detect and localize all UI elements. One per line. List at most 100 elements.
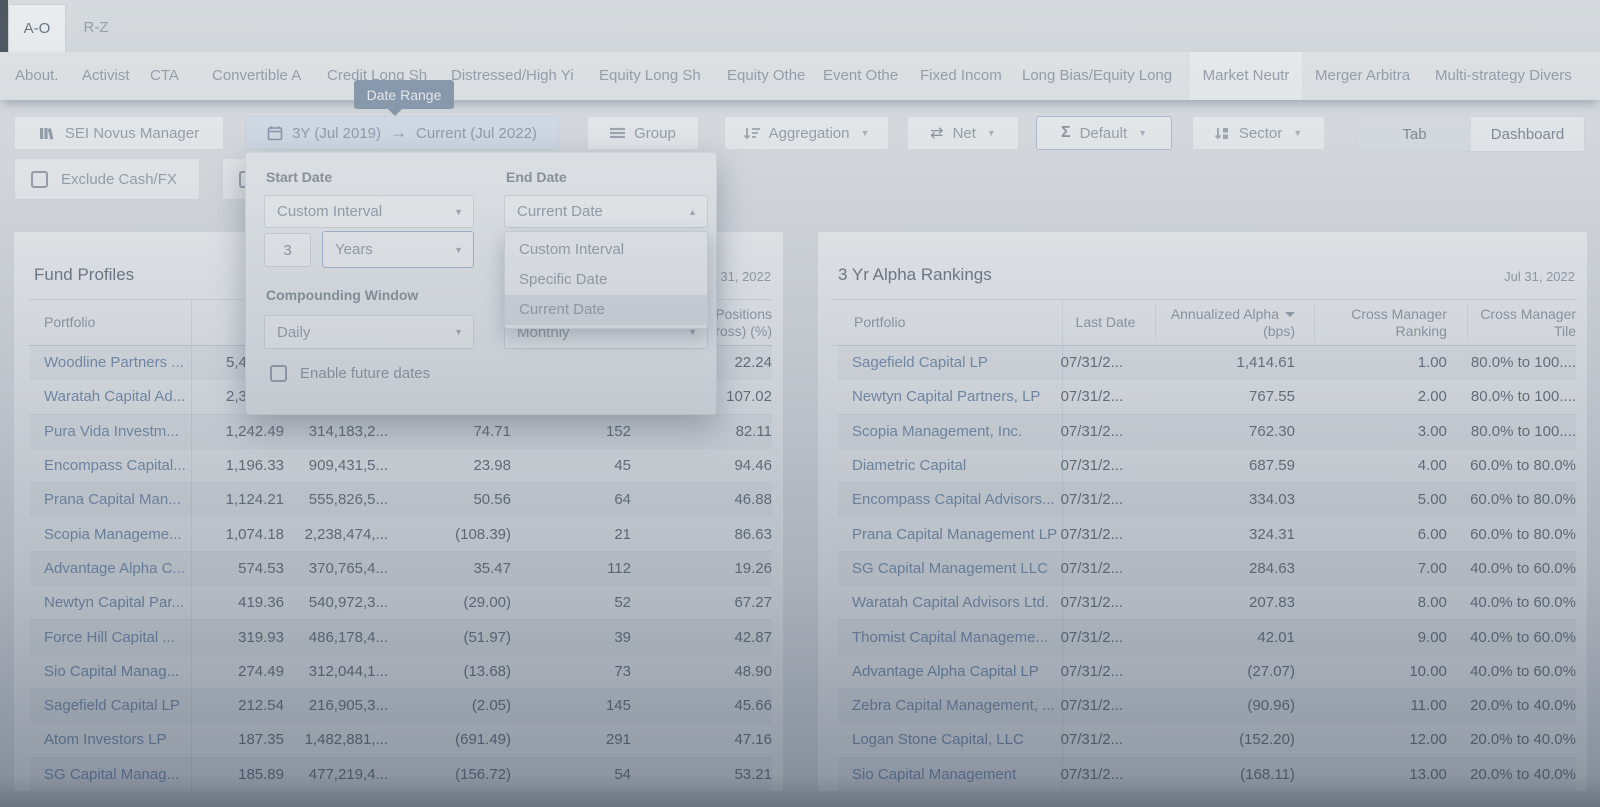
tab-a-o[interactable]: A-O (8, 4, 66, 52)
table-cell: 11.00 (1295, 697, 1447, 714)
table-cell: 82.11 (631, 423, 772, 440)
portfolio-link[interactable]: Encompass Capital Advisors... (838, 491, 1061, 508)
table-cell: 23.98 (388, 457, 511, 474)
table-cell: 1,242.49 (191, 423, 284, 440)
table-row: Encompass Capital Advisors...07/31/2...3… (838, 482, 1576, 516)
alpha-rankings-panel: 3 Yr Alpha Rankings Jul 31, 2022 Portfol… (818, 232, 1587, 791)
table-cell: (691.49) (388, 731, 511, 748)
menu-option-specific-date[interactable]: Specific Date (505, 265, 707, 295)
portfolio-link[interactable]: Newtyn Capital Par... (30, 594, 191, 611)
table-cell: 909,431,5... (284, 457, 388, 474)
exclude-cashfx-checkbox[interactable]: Exclude Cash/FX (14, 158, 200, 200)
view-toggle-dashboard[interactable]: Dashboard (1471, 117, 1584, 151)
table-cell: (156.72) (388, 766, 511, 783)
date-range-tooltip: Date Range (354, 80, 454, 109)
table-cell: 42.01 (1153, 629, 1295, 646)
checkbox-icon (270, 365, 287, 382)
strategy-tab-market-neutr[interactable]: Market Neutr (1190, 52, 1302, 100)
strategy-tab-distressed-high-yi[interactable]: Distressed/High Yi (451, 52, 574, 100)
net-button[interactable]: ⇄ Net ▼ (907, 116, 1019, 150)
strategy-tab-equity-othe[interactable]: Equity Othe (727, 52, 805, 100)
portfolio-link[interactable]: Newtyn Capital Partners, LP (838, 388, 1061, 405)
table-cell: 574.53 (191, 560, 284, 577)
tab-r-z[interactable]: R-Z (66, 4, 126, 52)
portfolio-link[interactable]: Advantage Alpha Capital LP (838, 663, 1061, 680)
table-cell: 20.0% to 40.0% (1447, 766, 1576, 783)
arrow-right-icon: → (390, 123, 407, 143)
portfolio-link[interactable]: Force Hill Capital ... (30, 629, 191, 646)
table-cell: 07/31/2... (1061, 423, 1153, 440)
table-cell: 216,905,3... (284, 697, 388, 714)
start-date-type-select[interactable]: Custom Interval ▼ (264, 195, 474, 228)
end-date-label: End Date (506, 169, 567, 185)
portfolio-link[interactable]: SG Capital Management LLC (838, 560, 1061, 577)
portfolio-link[interactable]: Encompass Capital... (30, 457, 191, 474)
portfolio-link[interactable]: Sio Capital Manag... (30, 663, 191, 680)
portfolio-link[interactable]: Sagefield Capital LP (838, 354, 1061, 371)
strategy-tab-fixed-incom[interactable]: Fixed Incom (920, 52, 1002, 100)
portfolio-link[interactable]: Woodline Partners ... (30, 354, 191, 371)
portfolio-link[interactable]: Pura Vida Investm... (30, 423, 191, 440)
group-button[interactable]: Group (587, 116, 699, 150)
strategy-tab-multi-strategy-divers[interactable]: Multi-strategy Divers (1435, 52, 1572, 100)
table-cell: 334.03 (1153, 491, 1295, 508)
portfolio-link[interactable]: Sio Capital Management (838, 766, 1061, 783)
table-cell: 80.0% to 100.... (1447, 354, 1576, 371)
end-date-type-select[interactable]: Current Date ▲ (504, 195, 708, 228)
portfolio-link[interactable]: Prana Capital Management LP (838, 526, 1061, 543)
strategy-tab-about-[interactable]: About. (15, 52, 58, 100)
portfolio-link[interactable]: Logan Stone Capital, LLC (838, 731, 1061, 748)
portfolio-link[interactable]: Scopia Manageme... (30, 526, 191, 543)
table-row: SG Capital Manag...185.89477,219,4...(15… (30, 757, 772, 791)
portfolio-link[interactable]: Waratah Capital Advisors Ltd. (838, 594, 1061, 611)
interval-value-input[interactable]: 3 (264, 233, 311, 267)
portfolio-link[interactable]: Atom Investors LP (30, 731, 191, 748)
strategy-tab-convertible-a[interactable]: Convertible A (212, 52, 301, 100)
strategy-tab-cta[interactable]: CTA (150, 52, 179, 100)
compounding-start-select[interactable]: Daily ▼ (264, 315, 474, 349)
default-button[interactable]: Σ Default ▼ (1036, 116, 1172, 150)
interval-unit-value: Years (335, 241, 373, 258)
table-cell: 10.00 (1295, 663, 1447, 680)
portfolio-link[interactable]: Scopia Management, Inc. (838, 423, 1061, 440)
table-cell: 185.89 (191, 766, 284, 783)
table-cell: 419.36 (191, 594, 284, 611)
portfolio-link[interactable]: Sagefield Capital LP (30, 697, 191, 714)
swap-arrows-icon: ⇄ (930, 123, 943, 143)
interval-unit-select[interactable]: Years ▼ (322, 231, 474, 268)
strategy-tab-long-bias-equity-long[interactable]: Long Bias/Equity Long (1022, 52, 1172, 100)
table-cell: 20.0% to 40.0% (1447, 697, 1576, 714)
enable-future-dates-checkbox[interactable]: Enable future dates (270, 365, 430, 382)
aggregation-button[interactable]: Aggregation ▼ (724, 116, 889, 150)
table-cell: 73 (511, 663, 631, 680)
menu-option-current-date[interactable]: Current Date (505, 295, 707, 325)
menu-option-custom-interval[interactable]: Custom Interval (505, 235, 707, 265)
view-toggle-tab[interactable]: Tab (1358, 117, 1471, 151)
date-range-button[interactable]: 3Y (Jul 2019) → Current (Jul 2022) (245, 116, 559, 150)
table-row: Pura Vida Investm...1,242.49314,183,2...… (30, 414, 772, 448)
sector-button-label: Sector (1239, 125, 1282, 142)
strategy-tab-event-othe[interactable]: Event Othe (823, 52, 898, 100)
portfolio-link[interactable]: Thomist Capital Manageme... (838, 629, 1061, 646)
table-cell: 46.88 (631, 491, 772, 508)
table-row: Waratah Capital Advisors Ltd.07/31/2...2… (838, 585, 1576, 619)
strategy-tab-equity-long-sh[interactable]: Equity Long Sh (599, 52, 701, 100)
table-row: Sagefield Capital LP07/31/2...1,414.611.… (838, 345, 1576, 379)
table-row: Encompass Capital...1,196.33909,431,5...… (30, 448, 772, 482)
portfolio-link[interactable]: Waratah Capital Ad... (30, 388, 191, 405)
table-row: Logan Stone Capital, LLC07/31/2...(152.2… (838, 722, 1576, 756)
strategy-tab-activist[interactable]: Activist (82, 52, 130, 100)
sort-descending-icon (744, 127, 760, 140)
column-header: Cross ManagerRanking (1295, 300, 1447, 345)
table-cell: 53.21 (631, 766, 772, 783)
portfolio-link[interactable]: SG Capital Manag... (30, 766, 191, 783)
portfolio-link[interactable]: Prana Capital Man... (30, 491, 191, 508)
portfolio-link[interactable]: Diametric Capital (838, 457, 1061, 474)
strategy-tab-merger-arbitra[interactable]: Merger Arbitra (1315, 52, 1410, 100)
portfolio-link[interactable]: Advantage Alpha C... (30, 560, 191, 577)
portfolio-link[interactable]: Zebra Capital Management, ... (838, 697, 1061, 714)
window-tab-bar: A-O R-Z (0, 0, 1600, 52)
manager-button[interactable]: SEI Novus Manager (14, 116, 224, 150)
table-cell: 284.63 (1153, 560, 1295, 577)
sector-button[interactable]: Sector ▼ (1192, 116, 1325, 150)
